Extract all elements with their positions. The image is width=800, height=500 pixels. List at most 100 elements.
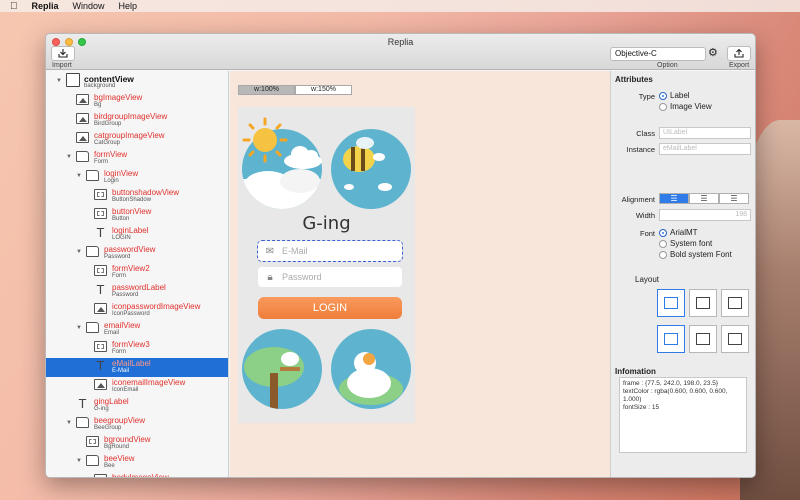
- window-title: Replia: [387, 37, 414, 47]
- information-textview[interactable]: frame : {77.5, 242.0, 198.0, 23.5} textC…: [619, 377, 747, 453]
- layout-center-h-option[interactable]: [689, 289, 717, 317]
- information-title: Infomation: [615, 367, 656, 376]
- tree-row-formView3[interactable]: formView3 Form: [46, 339, 228, 358]
- radio-off-icon: [659, 239, 667, 248]
- cloud-icon: [284, 146, 322, 169]
- radio-off-icon: [659, 250, 667, 259]
- tree-row-contentView[interactable]: ▼ contentView background: [46, 73, 228, 92]
- email-field[interactable]: ✉ E-Mail: [257, 240, 403, 262]
- node-name: passwordLabel: [112, 283, 166, 292]
- login-button[interactable]: LOGIN: [258, 297, 402, 319]
- menu-app-name[interactable]: Replia: [32, 1, 59, 11]
- app-title-label: G-ing: [302, 213, 351, 234]
- menu-bar:  Replia Window Help: [0, 0, 800, 12]
- text-node-icon: T: [96, 282, 105, 297]
- disclosure-triangle-icon[interactable]: ▼: [66, 420, 72, 426]
- disclosure-triangle-icon[interactable]: ▼: [66, 154, 72, 160]
- type-imageview-radio[interactable]: Image View: [659, 102, 712, 111]
- export-label: Export: [729, 62, 750, 69]
- disclosure-triangle-icon[interactable]: ▼: [76, 458, 82, 464]
- tree-row-loginView[interactable]: ▼ loginView Login: [46, 168, 228, 187]
- node-name: eMailLabel: [112, 359, 151, 368]
- image-node-icon: [76, 94, 89, 105]
- email-icon: ✉: [265, 245, 275, 257]
- disclosure-triangle-icon[interactable]: ▼: [76, 325, 82, 331]
- layout-right-icon: [728, 297, 742, 309]
- tree-row-beeView[interactable]: ▼ beeView Bee: [46, 453, 228, 472]
- bg-circle-cat: [331, 329, 411, 409]
- disclosure-triangle-icon[interactable]: ▼: [56, 78, 62, 84]
- node-subtitle: Password: [112, 292, 139, 298]
- tree-row-bgroundView[interactable]: bgroundView BgRound: [46, 434, 228, 453]
- text-node-icon: T: [78, 396, 87, 411]
- font-option-arialmt: ArialMT: [670, 228, 698, 237]
- align-right-icon: ☰: [730, 194, 738, 203]
- layout-bottom-option[interactable]: [721, 325, 749, 353]
- align-center-option[interactable]: ☰: [689, 193, 719, 204]
- tree-row-bodyImageView[interactable]: bodyImageView: [46, 472, 228, 477]
- password-field[interactable]: 🔒︎ Password: [258, 267, 402, 287]
- alignment-segmented-control: ☰ ☰ ☰: [659, 193, 749, 204]
- tree-row-iconpasswordImageView[interactable]: iconpasswordImageView IconPassword: [46, 301, 228, 320]
- tree-row-gingLabel[interactable]: TgingLabel G-ing: [46, 396, 228, 415]
- layout-center-v-option[interactable]: [689, 325, 717, 353]
- preview-canvas: w:100% w:150% G-ing ✉ E-Mail 🔒︎ Password…: [230, 71, 610, 477]
- attributes-title: Attributes: [615, 75, 653, 84]
- tree-row-catgroupImageView[interactable]: catgroupImageView CatGroup: [46, 130, 228, 149]
- layout-right-option[interactable]: [721, 289, 749, 317]
- apple-icon[interactable]: : [10, 1, 18, 12]
- tree-row-emailView[interactable]: ▼ emailView Email: [46, 320, 228, 339]
- image-node-icon: [76, 132, 89, 143]
- tree-row-buttonView[interactable]: buttonView Button: [46, 206, 228, 225]
- tree-row-formView[interactable]: ▼ formView Form: [46, 149, 228, 168]
- tree-row-beegroupView[interactable]: ▼ beegroupView BeeGroup: [46, 415, 228, 434]
- width-field[interactable]: 198: [659, 209, 751, 221]
- node-subtitle: G-ing: [94, 406, 109, 412]
- view-node-icon: [94, 341, 107, 352]
- tree-row-formView2[interactable]: formView2 Form: [46, 263, 228, 282]
- instance-field[interactable]: eMailLabel: [659, 143, 751, 155]
- tree-row-eMailLabel[interactable]: TeMailLabel E-Mail: [46, 358, 228, 377]
- lock-icon: 🔒︎: [267, 271, 273, 283]
- tree-row-iconemailImageView[interactable]: iconemailImageView IconEmail: [46, 377, 228, 396]
- font-arialmt-radio[interactable]: ArialMT: [659, 228, 698, 237]
- node-name: loginLabel: [112, 226, 149, 235]
- class-field[interactable]: UILabel: [659, 127, 751, 139]
- text-node-icon: T: [96, 225, 105, 240]
- align-right-option[interactable]: ☰: [719, 193, 749, 204]
- layout-top-icon: [664, 333, 678, 345]
- type-option-imageview: Image View: [670, 102, 712, 111]
- font-system-radio[interactable]: System font: [659, 239, 712, 248]
- gear-icon[interactable]: ⚙: [708, 46, 718, 59]
- disclosure-triangle-icon[interactable]: ▼: [76, 249, 82, 255]
- font-bold-system-radio[interactable]: Bold system Font: [659, 250, 732, 259]
- layout-fill-option[interactable]: [657, 289, 685, 317]
- zoom-150-option[interactable]: w:150%: [295, 85, 352, 95]
- export-icon: [734, 49, 744, 58]
- zoom-100-option[interactable]: w:100%: [238, 85, 295, 95]
- view-hierarchy-outline[interactable]: ▼ contentView background bgImageView Bg birdg…: [46, 71, 229, 477]
- tree-row-passwordView[interactable]: ▼ passwordView Password: [46, 244, 228, 263]
- type-label-radio[interactable]: Label: [659, 91, 690, 100]
- export-button[interactable]: [727, 46, 751, 61]
- layout-top-option[interactable]: [657, 325, 685, 353]
- node-name: buttonshadowView: [112, 188, 180, 197]
- tree-row-bgImageView[interactable]: bgImageView Bg: [46, 92, 228, 111]
- folder-node-icon: [76, 417, 89, 428]
- zoom-segmented-control: w:100% w:150%: [238, 85, 352, 95]
- tree-row-passwordLabel[interactable]: TpasswordLabel Password: [46, 282, 228, 301]
- align-center-icon: ☰: [700, 194, 708, 203]
- tree-row-birdgroupImageView[interactable]: birdgroupImageView BirdGroup: [46, 111, 228, 130]
- tree-row-buttonshadowView[interactable]: buttonshadowView ButtonShadow: [46, 187, 228, 206]
- menu-help[interactable]: Help: [119, 1, 138, 11]
- import-button[interactable]: [51, 46, 75, 61]
- node-name: formView: [94, 150, 128, 159]
- disclosure-triangle-icon[interactable]: ▼: [76, 173, 82, 179]
- password-placeholder: Password: [282, 272, 322, 282]
- node-subtitle: BirdGroup: [94, 121, 122, 127]
- language-select[interactable]: Objective-C: [610, 47, 706, 61]
- align-left-option[interactable]: ☰: [659, 193, 689, 204]
- node-subtitle: CatGroup: [94, 140, 121, 146]
- tree-row-loginLabel[interactable]: TloginLabel LOGIN: [46, 225, 228, 244]
- menu-window[interactable]: Window: [73, 1, 105, 11]
